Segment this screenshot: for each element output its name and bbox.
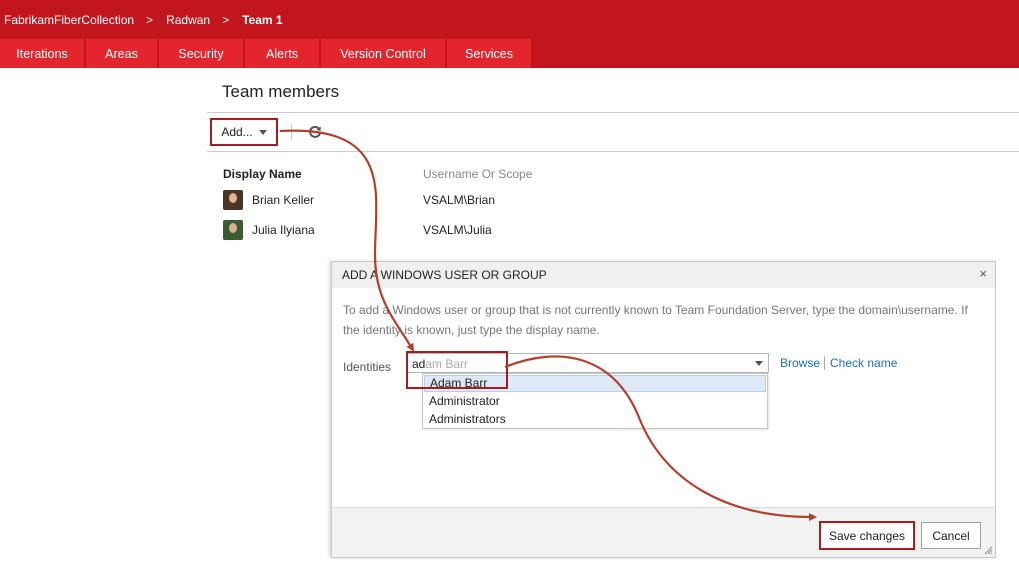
suggestion-item[interactable]: Administrator xyxy=(424,393,766,410)
breadcrumb-collection[interactable]: FabrikamFiberCollection xyxy=(4,13,134,27)
avatar xyxy=(223,190,243,210)
tab-security[interactable]: Security xyxy=(159,39,243,68)
save-changes-button[interactable]: Save changes xyxy=(819,521,915,550)
column-header-display-name[interactable]: Display Name xyxy=(223,167,302,181)
link-separator xyxy=(824,356,825,370)
suggestion-item[interactable]: Administrators xyxy=(424,411,766,428)
breadcrumb-team[interactable]: Team 1 xyxy=(242,13,282,27)
add-button[interactable]: Add... xyxy=(210,118,278,146)
toolbar-separator xyxy=(291,124,292,140)
chevron-down-icon xyxy=(258,129,267,135)
tab-services[interactable]: Services xyxy=(447,39,531,68)
resize-grip-icon[interactable] xyxy=(983,545,993,555)
dialog-title: ADD A WINDOWS USER OR GROUP xyxy=(342,268,547,282)
breadcrumb: FabrikamFiberCollection > Radwan > Team … xyxy=(4,12,283,28)
dialog-header: ADD A WINDOWS USER OR GROUP × xyxy=(332,262,995,288)
tab-areas[interactable]: Areas xyxy=(86,39,157,68)
add-user-dialog: ADD A WINDOWS USER OR GROUP × To add a W… xyxy=(331,261,996,558)
tab-alerts[interactable]: Alerts xyxy=(245,39,319,68)
page-title: Team members xyxy=(222,82,340,101)
member-username: VSALM\Julia xyxy=(423,223,492,237)
identities-label: Identities xyxy=(343,360,392,374)
top-header: FabrikamFiberCollection > Radwan > Team … xyxy=(0,0,1019,68)
check-name-link[interactable]: Check name xyxy=(830,356,897,370)
divider xyxy=(207,112,1019,113)
add-button-label: Add... xyxy=(221,125,253,139)
divider xyxy=(207,151,1019,152)
column-header-username-scope[interactable]: Username Or Scope xyxy=(423,167,532,181)
tab-version-control[interactable]: Version Control xyxy=(321,39,445,68)
dialog-footer: Save changes Cancel xyxy=(332,507,995,557)
table-row[interactable]: Brian Keller VSALM\Brian xyxy=(223,190,623,210)
table-row[interactable]: Julia Ilyiana VSALM\Julia xyxy=(223,220,623,240)
admin-tabs: Iterations Areas Security Alerts Version… xyxy=(0,39,533,68)
chevron-down-icon[interactable] xyxy=(755,361,763,366)
avatar xyxy=(223,220,243,240)
close-icon[interactable]: × xyxy=(979,266,987,281)
refresh-icon[interactable] xyxy=(307,124,323,140)
highlight-box xyxy=(406,351,508,389)
breadcrumb-separator: > xyxy=(222,13,230,27)
tab-iterations[interactable]: Iterations xyxy=(0,39,84,68)
browse-link[interactable]: Browse xyxy=(780,356,820,370)
cancel-button[interactable]: Cancel xyxy=(921,522,981,549)
dialog-description: To add a Windows user or group that is n… xyxy=(343,303,968,337)
member-username: VSALM\Brian xyxy=(423,193,496,207)
member-name: Brian Keller xyxy=(252,193,315,207)
breadcrumb-project[interactable]: Radwan xyxy=(166,13,210,27)
breadcrumb-separator: > xyxy=(146,13,154,27)
member-name: Julia Ilyiana xyxy=(252,223,315,237)
